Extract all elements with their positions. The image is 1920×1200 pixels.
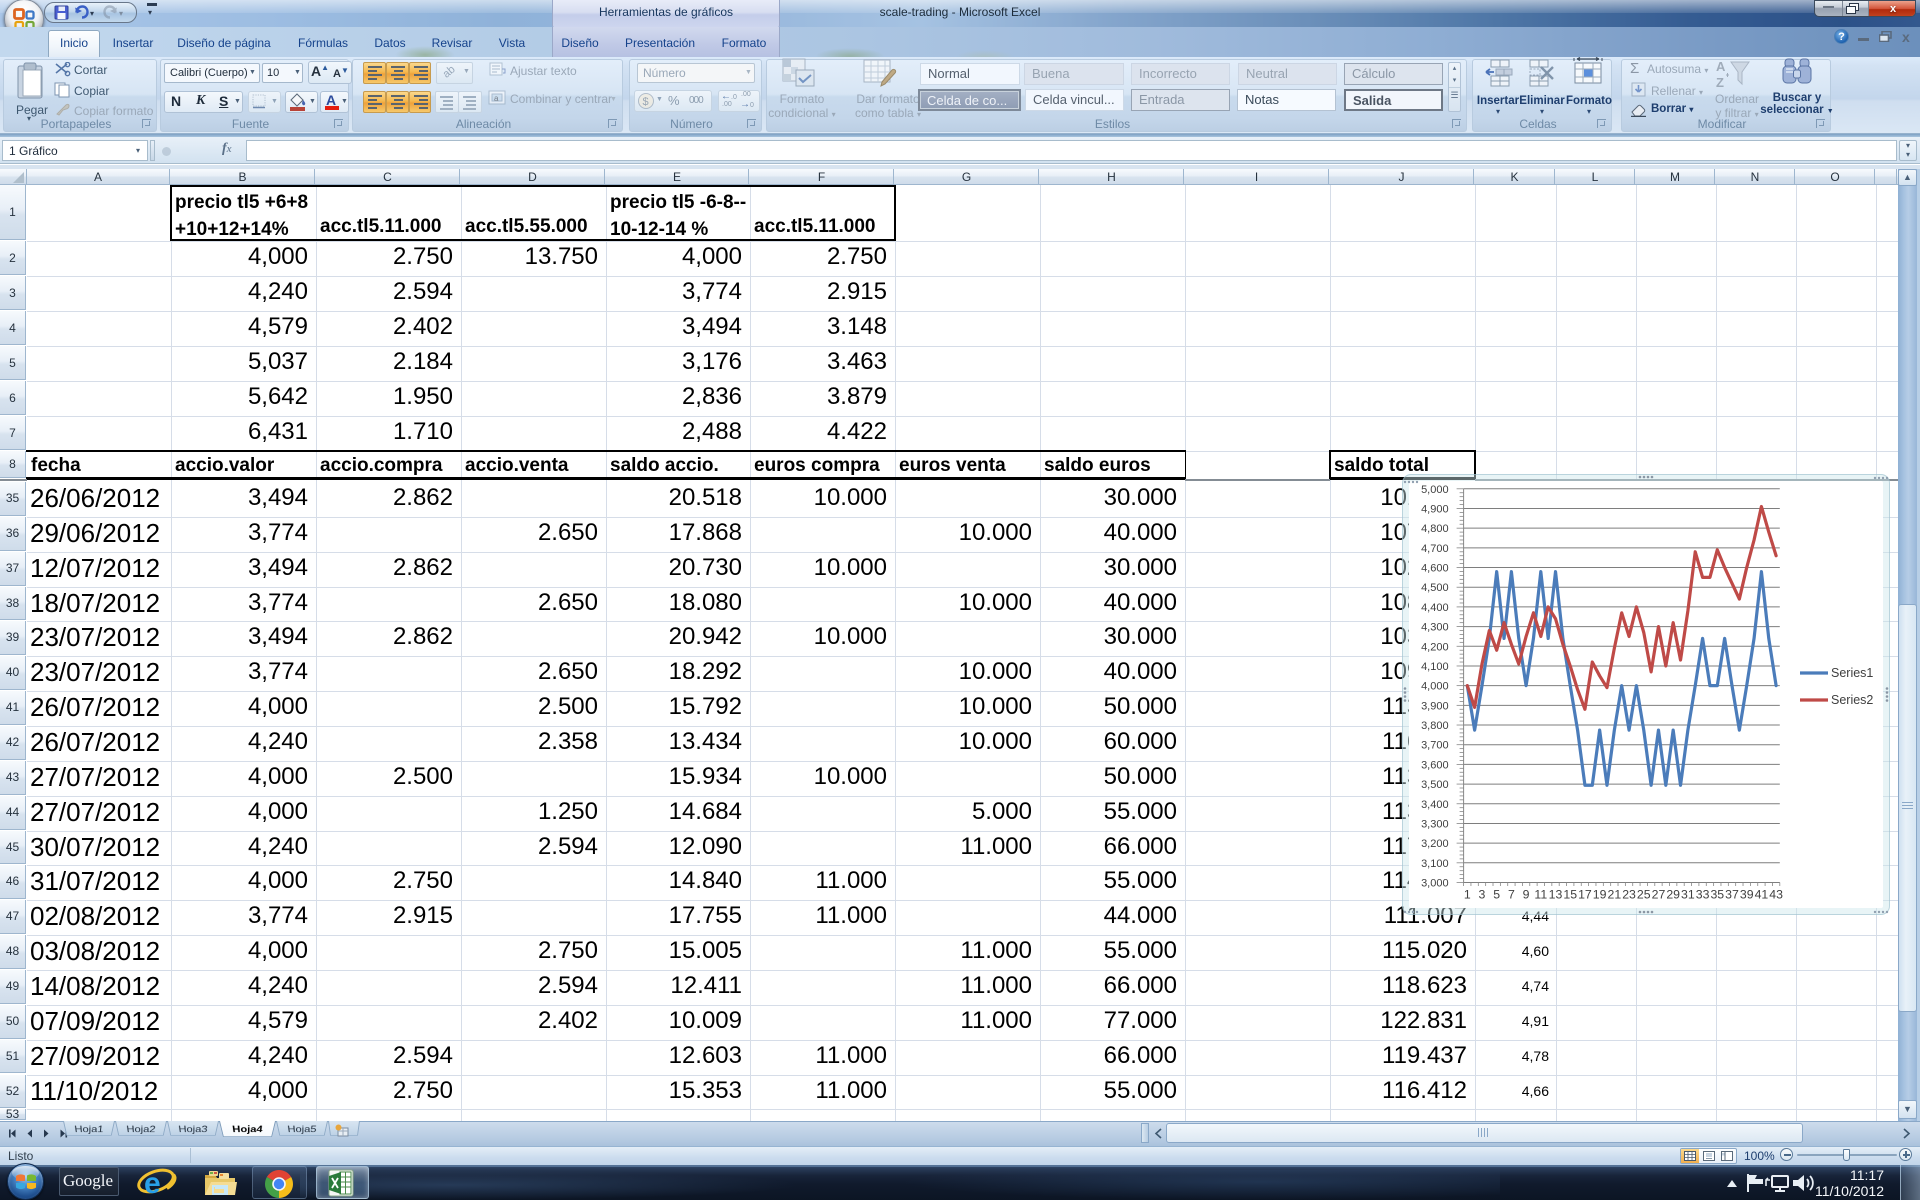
svg-text:11: 11 [1534,888,1547,902]
svg-text:35: 35 [1710,888,1724,902]
svg-text:$: $ [643,96,649,108]
svg-text:5,000: 5,000 [1421,484,1449,496]
svg-text:25: 25 [1637,888,1651,902]
svg-text:3,300: 3,300 [1421,818,1449,830]
svg-text:3,900: 3,900 [1421,700,1449,712]
svg-text:Series2: Series2 [1831,693,1873,707]
svg-text:19: 19 [1593,888,1607,902]
svg-text:4,600: 4,600 [1421,563,1449,575]
svg-text:e: e [144,1167,161,1199]
svg-text:43: 43 [1769,888,1783,902]
svg-text:4,200: 4,200 [1421,641,1449,653]
svg-text:3,600: 3,600 [1421,759,1449,771]
svg-text:31: 31 [1681,888,1695,902]
svg-text:29: 29 [1666,888,1680,902]
svg-text:13: 13 [1549,888,1563,902]
svg-text:4,000: 4,000 [1421,681,1449,693]
svg-text:3,400: 3,400 [1421,799,1449,811]
svg-text:3,800: 3,800 [1421,720,1449,732]
svg-text:Z: Z [1716,75,1724,90]
svg-text:15: 15 [1563,888,1577,902]
svg-text:4,500: 4,500 [1421,582,1449,594]
svg-text:4,400: 4,400 [1421,602,1449,614]
svg-text:7: 7 [1508,888,1515,902]
svg-text:37: 37 [1725,888,1739,902]
svg-text:4,100: 4,100 [1421,661,1449,673]
svg-text:5: 5 [1493,888,1500,902]
svg-text:21: 21 [1608,888,1622,902]
svg-text:Series1: Series1 [1831,666,1873,680]
svg-text:3,200: 3,200 [1421,838,1449,850]
svg-text:1: 1 [1464,888,1471,902]
svg-text:4,900: 4,900 [1421,503,1449,515]
svg-text:17: 17 [1578,888,1592,902]
svg-text:33: 33 [1696,888,1710,902]
svg-text:3,700: 3,700 [1421,740,1449,752]
svg-text:4,300: 4,300 [1421,622,1449,634]
svg-text:3,000: 3,000 [1421,878,1449,890]
svg-text:4,800: 4,800 [1421,523,1449,535]
svg-text:3: 3 [1479,888,1486,902]
svg-text:27: 27 [1652,888,1666,902]
svg-text:41: 41 [1755,888,1769,902]
svg-text:39: 39 [1740,888,1754,902]
svg-text:9: 9 [1523,888,1530,902]
svg-text:3,500: 3,500 [1421,779,1449,791]
svg-text:4,700: 4,700 [1421,543,1449,555]
svg-text:A: A [1716,59,1726,74]
svg-text:23: 23 [1622,888,1636,902]
svg-text:a: a [494,94,499,103]
svg-text:3,100: 3,100 [1421,858,1449,870]
